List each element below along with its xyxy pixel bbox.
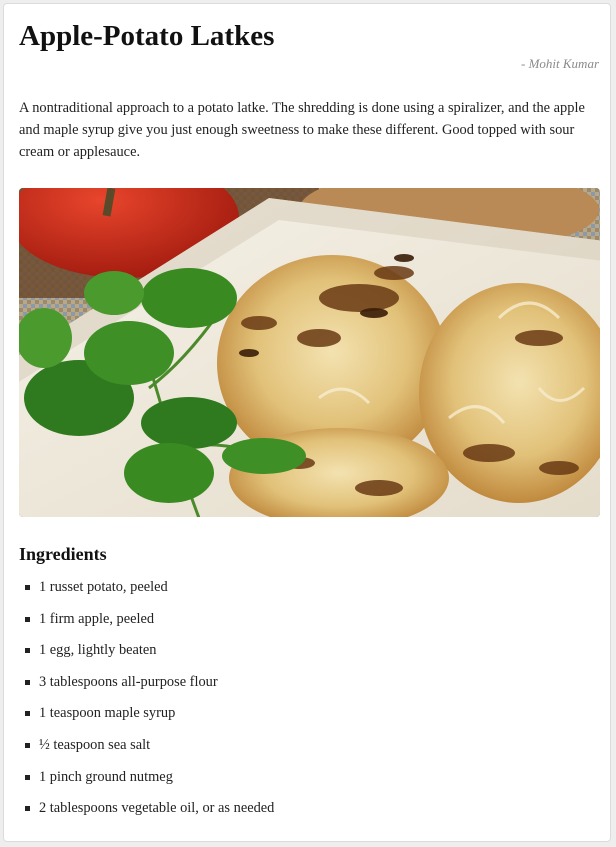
bullet-icon	[25, 648, 30, 654]
ingredient-item: 2 tablespoons vegetable oil, or as neede…	[19, 793, 274, 825]
ingredient-item: 3 tablespoons all-purpose flour	[19, 667, 274, 699]
latkes-photo-illustration	[19, 188, 600, 517]
recipe-photo	[19, 188, 600, 517]
bullet-icon	[25, 616, 30, 622]
bullet-icon	[25, 774, 30, 780]
bullet-icon	[25, 585, 30, 590]
ingredient-item: 1 teaspoon maple syrup	[19, 698, 274, 730]
recipe-author: - Mohit Kumar	[521, 56, 599, 71]
ingredient-text: 1 pinch ground nutmeg	[39, 768, 173, 785]
ingredients-heading: Ingredients	[19, 544, 107, 564]
ingredient-item: 1 russet potato, peeled	[19, 572, 274, 604]
recipe-title: Apple-Potato Latkes	[19, 20, 275, 52]
recipe-card: Apple-Potato Latkes - Mohit Kumar A nont…	[3, 3, 611, 842]
ingredient-text: 2 tablespoons vegetable oil, or as neede…	[39, 800, 275, 817]
bullet-icon	[25, 742, 30, 748]
ingredient-text: 3 tablespoons all-purpose flour	[39, 673, 218, 690]
ingredient-item: 1 firm apple, peeled	[19, 604, 274, 636]
ingredient-text: 1 russet potato, peeled	[39, 579, 168, 595]
ingredient-text: 1 egg, lightly beaten	[39, 642, 157, 659]
ingredient-item: 1 pinch ground nutmeg	[19, 762, 274, 794]
bullet-icon	[25, 806, 30, 812]
ingredient-text: 1 teaspoon maple syrup	[39, 705, 176, 722]
ingredient-item: ½ teaspoon sea salt	[19, 730, 274, 762]
ingredient-text: 1 firm apple, peeled	[39, 610, 155, 627]
ingredient-item: 1 egg, lightly beaten	[19, 635, 274, 667]
ingredients-list: 1 russet potato, peeled 1 firm apple, pe…	[19, 572, 274, 825]
recipe-description: A nontraditional approach to a potato la…	[19, 100, 585, 160]
bullet-icon	[25, 711, 30, 717]
bullet-icon	[25, 679, 30, 685]
ingredient-text: ½ teaspoon sea salt	[39, 736, 151, 753]
